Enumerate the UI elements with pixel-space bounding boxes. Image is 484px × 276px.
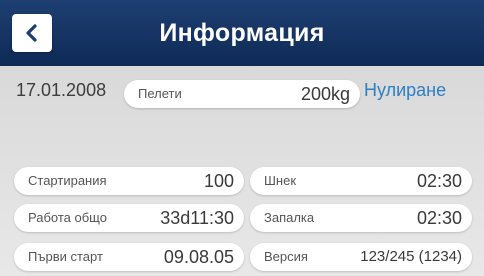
header-bar: Информация [0, 0, 484, 66]
starts-value: 100 [203, 171, 234, 191]
first-start-label: Първи старт [28, 249, 103, 264]
first-start-field: Първи старт 09.08.05 [14, 243, 244, 271]
ignition-field: Запалка 02:30 [250, 204, 472, 232]
reset-button[interactable]: Нулиране [364, 80, 446, 101]
ignition-label: Запалка [264, 210, 315, 225]
auger-value: 02:30 [416, 171, 462, 191]
version-field: Версия 123/245 (1234) [250, 243, 472, 271]
pellets-field: Пелети 200kg [124, 80, 360, 108]
version-label: Версия [264, 249, 308, 264]
starts-label: Стартирания [28, 173, 107, 188]
page-title: Информация [159, 19, 325, 47]
first-start-value: 09.08.05 [163, 247, 234, 267]
starts-field: Стартирания 100 [14, 167, 244, 195]
date-text: 17.01.2008 [16, 80, 107, 100]
auger-field: Шнек 02:30 [250, 167, 472, 195]
ignition-value: 02:30 [416, 208, 462, 228]
pellets-value: 200kg [300, 84, 350, 104]
total-work-field: Работа общо 33d11:30 [14, 204, 244, 232]
pellets-label: Пелети [138, 86, 182, 101]
auger-label: Шнек [264, 173, 297, 188]
total-work-value: 33d11:30 [160, 208, 234, 228]
total-work-label: Работа общо [28, 210, 107, 225]
version-value: 123/245 (1234) [360, 248, 462, 265]
